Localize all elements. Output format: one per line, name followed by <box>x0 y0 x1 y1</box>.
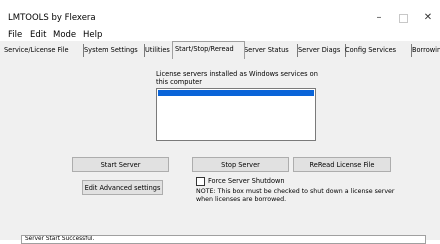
edit-advanced-settings-button[interactable]: Edit Advanced settings <box>82 180 163 195</box>
services-list-label: License servers installed as Windows ser… <box>156 70 318 86</box>
borrowing-note: NOTE: This box must be checked to shut d… <box>196 188 395 203</box>
menu-mode[interactable]: Mode <box>53 30 76 41</box>
start-stop-reread-panel: License servers installed as Windows ser… <box>0 57 440 229</box>
force-shutdown-checkbox[interactable] <box>196 177 205 186</box>
tab-utilities[interactable]: Utilities <box>143 44 175 57</box>
menu-file[interactable]: File <box>8 30 22 41</box>
window-title: LMTOOLS by Flexera <box>8 13 96 23</box>
status-bar: Server Start Successful. <box>0 229 440 244</box>
start-server-button[interactable]: Start Server <box>72 157 169 172</box>
selected-service-item[interactable] <box>158 90 314 96</box>
tab-server-status[interactable]: Server Status <box>242 44 298 57</box>
services-listbox[interactable] <box>156 88 316 141</box>
maximize-button[interactable] <box>393 11 413 25</box>
menu-edit[interactable]: Edit <box>30 30 46 41</box>
tab-bar: Service/License File System Settings Uti… <box>0 41 440 59</box>
tab-service-license-file[interactable]: Service/License File <box>2 44 84 57</box>
menu-bar: File Edit Mode Help <box>0 30 440 41</box>
minimize-button[interactable]: – <box>369 11 389 25</box>
force-shutdown-label[interactable]: Force Server Shutdown <box>208 177 285 185</box>
tab-config-services[interactable]: Config Services <box>343 44 412 57</box>
tab-system-settings[interactable]: System Settings <box>82 44 145 57</box>
tab-borrowing[interactable]: Borrowing <box>410 44 440 57</box>
close-button[interactable]: ✕ <box>418 11 438 25</box>
maximize-icon <box>398 14 408 23</box>
tab-start-stop-reread[interactable]: Start/Stop/Reread <box>172 41 245 59</box>
reread-license-file-button[interactable]: ReRead License File <box>293 157 391 172</box>
stop-server-button[interactable]: Stop Server <box>192 157 289 172</box>
menu-help[interactable]: Help <box>83 30 102 41</box>
title-bar: LMTOOLS by Flexera – ✕ <box>0 0 440 30</box>
tab-server-diags[interactable]: Server Diags <box>296 44 346 57</box>
